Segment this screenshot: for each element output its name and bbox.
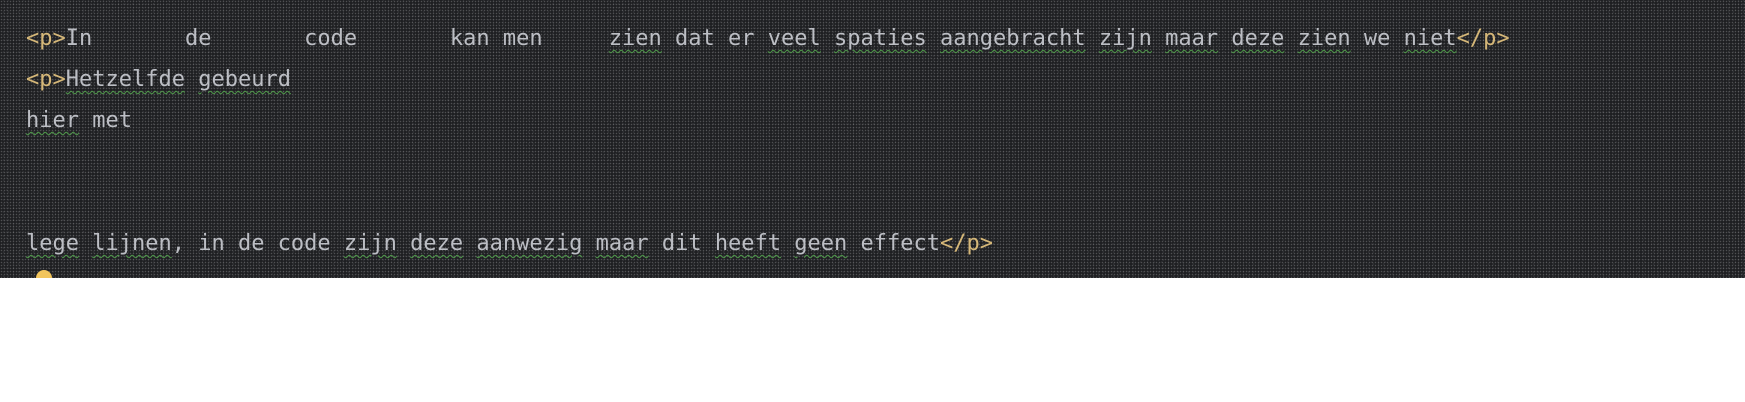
code-text: met xyxy=(78,108,132,133)
code-line-3[interactable]: hier met xyxy=(26,106,132,136)
code-line-2[interactable]: <p>Hetzelfde gebeurd xyxy=(26,65,291,95)
typo-word[interactable]: deze xyxy=(1231,26,1284,51)
typo-word[interactable]: heeft xyxy=(715,231,781,256)
html-tag-p-open: <p> xyxy=(26,26,66,51)
typo-word[interactable]: maar xyxy=(596,231,649,256)
typo-word[interactable]: zijn xyxy=(1099,26,1152,51)
typo-word[interactable]: maar xyxy=(1165,26,1218,51)
typo-word[interactable]: aanwezig xyxy=(476,231,582,256)
code-text: , in de code xyxy=(171,231,344,256)
typo-word[interactable]: deze xyxy=(410,231,463,256)
typo-word[interactable]: lege xyxy=(26,231,79,256)
typo-word[interactable]: zien xyxy=(1298,26,1351,51)
typo-word[interactable]: niet xyxy=(1404,26,1457,51)
lightbulb-icon[interactable] xyxy=(36,270,52,278)
typo-word[interactable]: gebeurd xyxy=(198,67,291,92)
html-tag-p-open: <p> xyxy=(26,67,66,92)
html-tag-p-close: </p> xyxy=(940,231,993,256)
code-text: dat er xyxy=(661,26,768,51)
typo-word[interactable]: veel xyxy=(768,26,821,51)
code-text: effect xyxy=(847,231,940,256)
code-line-1[interactable]: <p>In de code kan men zien dat er veel s… xyxy=(26,24,1510,54)
code-line-4[interactable]: lege lijnen, in de code zijn deze aanwez… xyxy=(26,229,993,259)
code-text: dit xyxy=(648,231,715,256)
typo-word[interactable]: geen xyxy=(794,231,847,256)
code-text: we xyxy=(1350,26,1404,51)
typo-word[interactable]: lijnen xyxy=(92,231,171,256)
code-text: In de code kan men xyxy=(65,26,609,51)
typo-word[interactable]: Hetzelfde xyxy=(66,67,185,92)
empty-area xyxy=(0,278,1745,402)
typo-word[interactable]: aangebracht xyxy=(940,26,1086,51)
typo-word[interactable]: hier xyxy=(26,108,79,133)
typo-word[interactable]: zien xyxy=(609,26,662,51)
code-editor[interactable]: <p>In de code kan men zien dat er veel s… xyxy=(0,0,1745,278)
html-tag-p-close: </p> xyxy=(1456,26,1510,51)
typo-word[interactable]: spaties xyxy=(834,26,927,51)
typo-word[interactable]: zijn xyxy=(344,231,397,256)
